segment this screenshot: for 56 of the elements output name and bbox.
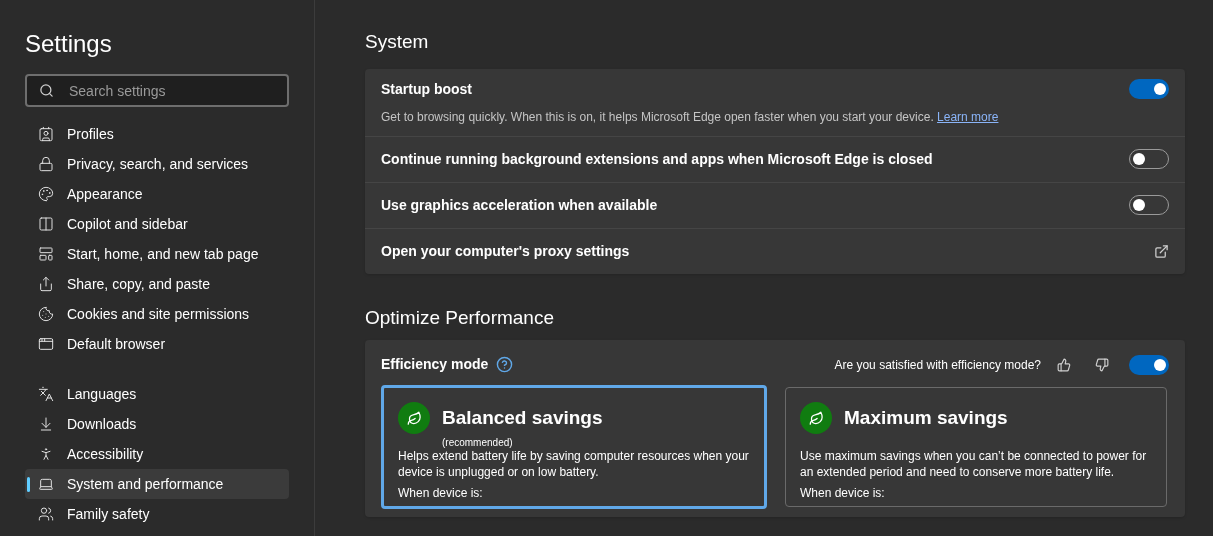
settings-title: Settings (25, 30, 113, 58)
download-icon (38, 416, 54, 432)
sidebar-item[interactable]: System and performance (25, 469, 289, 499)
learn-more-link[interactable]: Learn more (937, 109, 999, 124)
sidebar-item[interactable]: Copilot and sidebar (25, 209, 289, 239)
selection-indicator (27, 477, 30, 492)
section-title: Optimize Performance (365, 305, 555, 330)
palette-icon (38, 186, 54, 202)
section-title: System (365, 30, 430, 54)
toggle-switch[interactable] (1129, 78, 1169, 99)
option-description: Helps extend battery life by saving computer resources when your device is unplugged or on low battery. (398, 448, 750, 480)
sidebar-item[interactable]: Share, copy, and paste (25, 269, 289, 299)
sidebar-item[interactable]: Start, home, and new tab page (25, 239, 289, 269)
laptop-icon (38, 476, 54, 492)
option-title: Maximum savings (844, 405, 1008, 430)
sidebar-item[interactable]: Privacy, search, and services (25, 149, 289, 179)
leaf-icon (398, 402, 430, 434)
option-title: Balanced savings (442, 405, 603, 430)
browser-window-icon (38, 336, 54, 352)
search-icon (39, 83, 54, 98)
help-icon[interactable] (496, 356, 514, 373)
external-link-icon[interactable] (1154, 243, 1169, 259)
leaf-icon (800, 402, 832, 434)
setting-title: Continue running background extensions and apps when Microsoft Edge is closed (381, 149, 934, 169)
savings-option-card[interactable]: Maximum savings Use maximum savings when you can’t be connected to power for an extended period and need to conserve more battery life. When device is: (785, 387, 1167, 507)
cookie-icon (38, 306, 54, 322)
setting-title: Open your computer's proxy settings (381, 241, 631, 261)
panel-icon (38, 216, 54, 232)
profile-card-icon (38, 126, 54, 142)
option-description: Use maximum savings when you can’t be connected to power for an extended period and need to conserve more battery life. (800, 448, 1148, 480)
option-subtitle: (recommended) (442, 437, 513, 448)
feedback-question: Are you satisfied with efficiency mode? (834, 356, 1041, 374)
thumbs-down-icon[interactable] (1095, 357, 1109, 372)
sidebar-item[interactable]: Accessibility (25, 439, 289, 469)
search-field[interactable]: Search settings (25, 74, 289, 107)
setting-title: Efficiency mode (381, 355, 489, 374)
sidebar-item[interactable]: Profiles (25, 119, 289, 149)
savings-option-card[interactable]: Balanced savings (recommended) Helps extend battery life by saving computer resources when your device is unplugged or on low battery. When device is: (381, 385, 767, 509)
setting-description: Get to browsing quickly. When this is on, it helps Microsoft Edge open faster when you start your device. Learn more (381, 108, 1000, 126)
toggle-switch[interactable] (1129, 354, 1169, 375)
lock-icon (38, 156, 54, 172)
setting-title: Use graphics acceleration when available (381, 195, 659, 215)
sidebar-item[interactable]: Downloads (25, 409, 289, 439)
option-footer: When device is: (800, 484, 1152, 502)
thumbs-up-icon[interactable] (1057, 357, 1071, 372)
setting-title: Startup boost (381, 79, 473, 99)
sidebar-item[interactable]: Cookies and site permissions (25, 299, 289, 329)
share-icon (38, 276, 54, 292)
option-footer: When device is: (398, 484, 750, 502)
sidebar-item[interactable]: Languages (25, 379, 289, 409)
sidebar-item[interactable]: Appearance (25, 179, 289, 209)
language-icon (38, 386, 54, 402)
people-icon (38, 506, 54, 522)
sidebar-item[interactable]: Family safety (25, 499, 289, 529)
person-icon (38, 446, 54, 462)
sidebar-item[interactable]: Default browser (25, 329, 289, 359)
